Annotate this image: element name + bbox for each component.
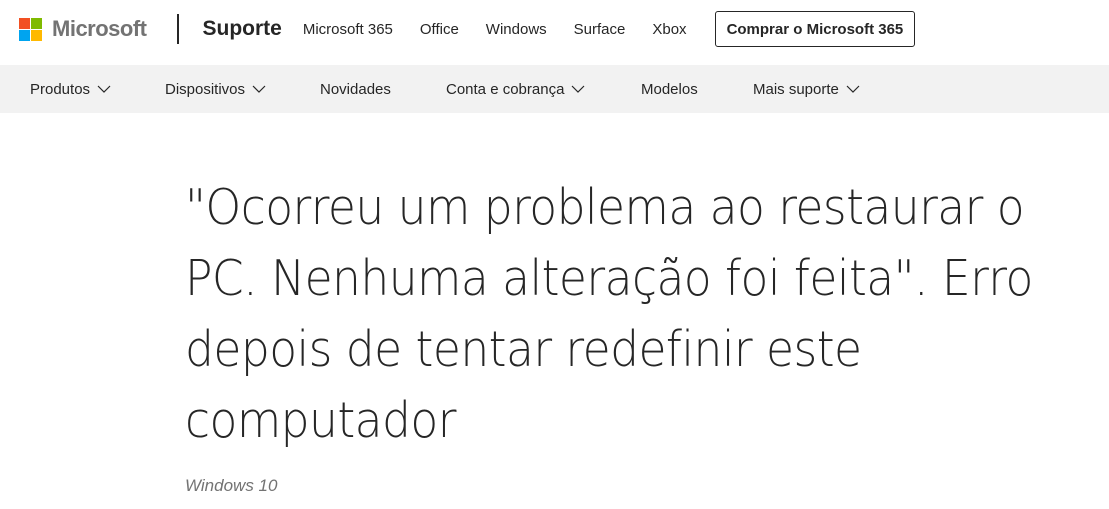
top-nav: Microsoft 365 Office Windows Surface Xbo… [303,21,714,38]
subnav-mais-suporte[interactable]: Mais suporte [753,65,860,113]
brand-suporte-link[interactable]: Suporte [203,17,282,41]
logo-square-blue [19,29,30,41]
subnav-modelos[interactable]: Modelos [641,65,698,113]
logo-wordmark: Microsoft [52,16,147,41]
top-link-office[interactable]: Office [420,21,459,38]
top-link-microsoft-365[interactable]: Microsoft 365 [303,21,393,38]
top-link-surface[interactable]: Surface [574,21,626,38]
subnav-label: Modelos [641,80,698,98]
logo-square-red [19,17,30,29]
top-header: Microsoft Suporte Microsoft 365 Office W… [0,0,1109,58]
logo-square-green [31,17,42,29]
microsoft-logo-icon [19,17,42,41]
subnav-label: Novidades [320,80,391,98]
chevron-down-icon [846,85,860,93]
subnav-label: Produtos [30,80,91,98]
microsoft-logo[interactable]: Microsoft [19,15,147,43]
header-divider [176,14,179,44]
top-link-windows[interactable]: Windows [486,21,547,38]
buy-microsoft-365-button[interactable]: Comprar o Microsoft 365 [714,11,916,47]
chevron-down-icon [97,85,111,93]
page-title: "Ocorreu um problema ao restaurar o PC. … [185,179,1033,449]
chevron-down-icon [571,85,585,93]
secondary-nav: Produtos Dispositivos Novidades Conta e … [0,65,1109,113]
logo-square-yellow [31,29,42,41]
article-header: "Ocorreu um problema ao restaurar o PC. … [185,172,1105,456]
subnav-dispositivos[interactable]: Dispositivos [165,65,266,113]
subnav-novidades[interactable]: Novidades [320,65,391,113]
subnav-label: Dispositivos [165,80,246,98]
applies-to-label: Windows 10 [185,476,278,495]
subnav-conta-e-cobranca[interactable]: Conta e cobrança [446,65,585,113]
subnav-label: Conta e cobrança [446,80,565,98]
chevron-down-icon [252,85,266,93]
top-link-xbox[interactable]: Xbox [652,21,686,38]
subnav-produtos[interactable]: Produtos [30,65,111,113]
subnav-label: Mais suporte [753,80,839,98]
